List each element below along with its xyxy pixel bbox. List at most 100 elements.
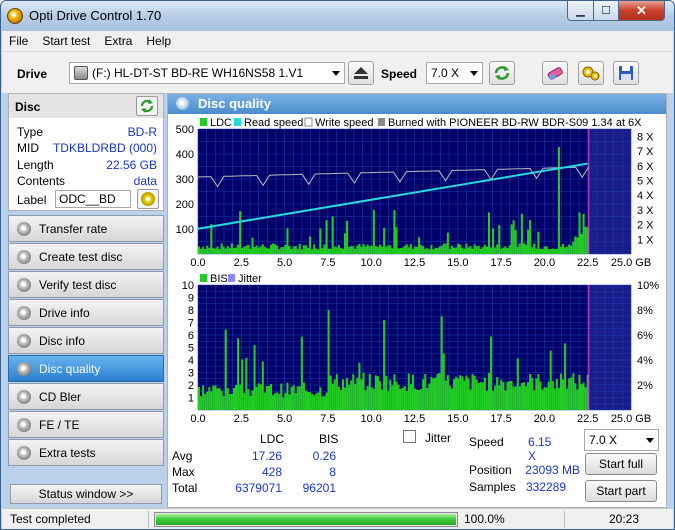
x-tick-label: 17.5 [490,413,511,425]
ldc-bar [360,246,363,254]
bis-bar [473,375,476,410]
nav-cd-bler[interactable]: CD Bler [8,383,164,410]
test-speed-select[interactable]: 7.0 X [584,429,659,451]
bis-bar [533,390,536,410]
app-disc-icon [7,8,23,24]
ldc-bar [481,247,484,254]
x-tick-label: 7.5 [320,413,335,425]
start-part-button[interactable]: Start part [585,480,657,502]
nav-drive-info[interactable]: Drive info [8,299,164,326]
nav-disc-info[interactable]: Disc info [8,327,164,354]
bis-bar [584,387,587,410]
nav-fe-te[interactable]: FE / TE [8,411,164,438]
disc-icon [141,192,155,206]
ldc-bar [430,244,433,254]
bis-bar [459,375,462,410]
bis-bar [274,393,277,410]
disc-contents-label: Contents [17,174,66,188]
disc-icon [17,222,31,236]
ldc-bar [391,248,394,254]
y-tick-label: 8 [188,305,194,317]
ldc-bar [255,245,258,254]
ldc-bar [393,210,396,254]
refresh-disc-button[interactable] [136,96,158,116]
y-tick-label: 100 [176,224,194,236]
ldc-bar [483,244,486,254]
jitter-checkbox-label: Jitter [425,431,452,445]
bis-bar [494,385,497,410]
bis-bar [498,385,501,410]
refresh-speed-button[interactable] [489,61,515,85]
bis-bar [239,384,242,410]
nav-extra-tests[interactable]: Extra tests [8,439,164,466]
bis-bar [422,379,425,410]
bis-bar [512,386,515,410]
erase-button[interactable] [542,61,568,85]
start-full-button[interactable]: Start full [585,453,657,475]
bis-bar [296,386,299,410]
ldc-bar [385,246,388,254]
nav-create-test-disc[interactable]: Create test disc [8,243,164,270]
ldc-bar [200,248,203,254]
bis-bar [403,386,406,410]
menu-start-test[interactable]: Start test [35,31,97,51]
settings-button[interactable] [578,61,604,85]
eject-button[interactable] [348,61,374,85]
nav-verify-test-disc[interactable]: Verify test disc [8,271,164,298]
bis-bar [352,374,355,410]
speed-select[interactable]: 7.0 X [426,62,483,84]
drive-select[interactable]: (F:) HL-DT-ST BD-RE WH16NS58 1.V1 [69,62,345,84]
bis-bar [370,387,373,410]
ldc-bar [265,248,268,254]
disc-label-input[interactable]: ODC__BD [55,190,131,208]
nav-disc-quality[interactable]: Disc quality [8,355,164,382]
save-button[interactable] [613,61,639,85]
ldc-bar [350,246,353,254]
bis-bar [551,381,554,410]
bis-bar [574,383,577,410]
maximize-button[interactable]: ☐ [593,1,619,21]
ldc-bar [566,246,569,254]
bis-bar [257,383,260,410]
y2-tick-label: 8 X [637,131,654,143]
ldc-bar [216,246,219,254]
disc-mid-label: MID [17,141,39,155]
bis-bar [461,376,464,410]
disc-label-button[interactable] [137,189,159,209]
menu-extra[interactable]: Extra [97,31,139,51]
jitter-checkbox[interactable] [403,430,416,443]
ldc-bar [529,220,532,254]
x-tick-label: 20.0 [534,413,555,425]
ldc-bar [259,246,262,254]
ldc-bar [228,247,231,254]
status-window-button[interactable]: Status window >> [10,484,162,504]
ldc-bar [356,245,359,254]
ldc-bar [389,245,392,254]
speed-stat-value: 6.15 X [528,435,552,463]
position-stat-label: Position [469,463,512,477]
stats-max-bis: 8 [329,465,336,479]
ldc-bar [323,244,326,254]
close-button[interactable]: ✕ [618,1,665,21]
ldc-bar [403,245,406,254]
bis-bar [578,374,581,410]
ldc-bar [294,245,297,254]
left-pane: Disc Type BD-R MID TDKBLDRBD (000) Lengt… [8,93,164,508]
disc-type-value: BD-R [127,125,157,139]
ldc-bar [539,248,542,254]
ldc-bar [218,249,221,254]
minimize-button[interactable]: ▁ [567,1,594,21]
bis-bar [413,388,416,410]
ldc-bar [261,244,264,254]
bis-bar [514,386,517,410]
nav-transfer-rate[interactable]: Transfer rate [8,215,164,242]
menu-help[interactable]: Help [139,31,178,51]
bis-bar [407,373,410,410]
menu-file[interactable]: File [2,31,35,51]
bis-bar [436,373,439,410]
bis-bar [420,389,423,410]
bis-bar [409,383,412,410]
ldc-bar [302,245,305,254]
bis-bar [446,375,449,410]
bis-bar [286,382,289,410]
